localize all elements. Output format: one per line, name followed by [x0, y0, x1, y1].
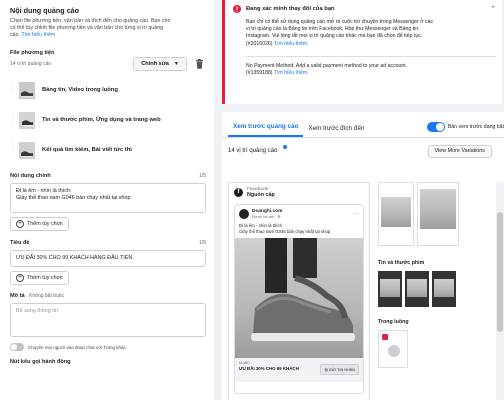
preview-toggle-label: Bản xem trước đang bật	[447, 124, 504, 130]
media-thumbnail	[19, 81, 35, 99]
toggle-knob	[11, 344, 17, 350]
story-thumbnail[interactable]	[405, 271, 429, 307]
placements-count: 14 vị trí quảng cáo	[228, 148, 278, 154]
primary-text-line: Đi là êm - nhìn là thích	[16, 188, 70, 194]
headline-label: Tiêu đề	[10, 240, 30, 246]
media-label: File phương tiện	[10, 50, 55, 56]
feed-preview: f Facebook Nguồn cấp Doanghi.com Được tà…	[228, 182, 370, 400]
description-placeholder: Bổ sung thông tin	[16, 308, 58, 314]
avatar-icon	[388, 345, 400, 357]
media-item-label: Kết quả tìm kiếm, Bài viết tức thì	[42, 147, 132, 153]
ad-content-panel: Nội dung quảng cáo Chọn file phương tiện…	[0, 0, 214, 400]
plus-icon: +	[16, 220, 24, 228]
add-option-button[interactable]: + Thêm tùy chọn	[10, 217, 69, 231]
desc-line: cáo.	[10, 32, 22, 38]
alert-box: Đang xác minh thay đổi của bạn ⌃ Bạn chỉ…	[222, 0, 502, 104]
placement-thumbnail[interactable]	[378, 182, 414, 246]
alert-title: Đang xác minh thay đổi của bạn	[246, 6, 335, 12]
alert-learn-more-link[interactable]: Tìm hiểu thêm	[274, 41, 307, 47]
scrollbar-thumb[interactable]	[497, 212, 503, 332]
cta-label: Nút kêu gọi hành động	[10, 359, 71, 365]
placement-name: Nguồn cấp	[247, 192, 275, 198]
placements-count: 14 vị trí quảng cáo	[10, 61, 52, 67]
section-description: Chọn file phương tiện, văn bản và đích đ…	[10, 18, 206, 39]
placement-thumbnails: Tin và thước phim Trong luồng	[378, 182, 464, 400]
headline-value: ƯU ĐÃI 30% CHO 99 KHÁCH HÀNG ĐẦU TIÊN	[16, 255, 133, 261]
story-thumbnail[interactable]	[432, 271, 456, 307]
add-option-label: Thêm tùy chọn	[27, 221, 63, 227]
primary-text-input[interactable]: Đi là êm - nhìn là thích Giày thể thao n…	[10, 183, 206, 213]
preview-tabs: Xem trước quảng cáo Xem trước đích đến B…	[222, 112, 504, 138]
post-sponsored: Được tài trợ · ⊕	[252, 214, 281, 219]
messenger-toggle[interactable]	[10, 343, 24, 351]
learn-more-link[interactable]: Tìm hiểu thêm	[21, 32, 55, 38]
add-option-button[interactable]: + Thêm tùy chọn	[10, 271, 69, 285]
drag-handle-icon[interactable]: ⋮⋮ ⋮⋮	[10, 144, 20, 155]
plus-icon: +	[16, 274, 24, 282]
primary-text-counter: 1/5	[199, 173, 206, 179]
placement-thumbnail[interactable]	[417, 182, 459, 246]
stories-group-label: Tin và thước phim	[378, 260, 425, 266]
caret-down-icon: ▼	[173, 61, 179, 67]
primary-text-line: Giày thể thao nam G046 bán chạy nhất tại…	[16, 195, 131, 201]
drag-handle-icon[interactable]: ⋮⋮ ⋮⋮	[10, 114, 20, 125]
post-cta-label: GỬI TIN NHẮN	[328, 368, 355, 372]
post-text-line: Giày thể thao nam G046 bán chạy nhất tại…	[239, 228, 331, 234]
edit-button-label: Chỉnh sửa	[141, 61, 169, 67]
edit-media-button[interactable]: Chỉnh sửa ▼	[133, 57, 187, 71]
sneaker-image	[251, 238, 355, 341]
media-item-label: Bảng tin, Video trong luồng	[42, 87, 118, 93]
story-thumbnail[interactable]	[378, 271, 402, 307]
preview-toggle[interactable]	[426, 122, 445, 132]
media-thumbnail	[19, 141, 35, 159]
view-more-variations-button[interactable]: View More Variations	[427, 144, 492, 158]
section-title: Nội dung quảng cáo	[10, 6, 80, 15]
right-panel: Đang xác minh thay đổi của bạn ⌃ Bạn chỉ…	[218, 0, 504, 400]
alert-line: Bạn chỉ có thể sử dụng quảng cáo mở ra c…	[246, 19, 434, 25]
facebook-icon: f	[234, 188, 243, 197]
payment-line: No Payment Method: Add a valid payment m…	[246, 62, 408, 69]
media-item[interactable]: ⋮⋮ ⋮⋮ Bảng tin, Video trong luồng	[10, 75, 206, 105]
payment-line: (#1359188)	[246, 70, 273, 77]
instream-group-label: Trong luồng	[378, 319, 409, 325]
headline-counter: 1/5	[199, 240, 206, 246]
media-item[interactable]: ⋮⋮ ⋮⋮ Tin và thước phim, Ứng dụng và tran…	[10, 105, 206, 135]
post-image	[235, 238, 363, 358]
description-label: Mô tả	[10, 293, 25, 299]
post-footer: M.ME/ ƯU ĐÃI 30% CHO 99 KHÁCH ◍ GỬI TIN …	[235, 358, 363, 382]
primary-text-label: Nội dung chính	[10, 173, 51, 179]
divider	[246, 55, 496, 57]
info-dot-icon	[283, 145, 288, 149]
payment-learn-more-link[interactable]: Tìm hiểu thêm	[274, 70, 307, 76]
description-input[interactable]: Bổ sung thông tin	[10, 303, 206, 337]
ad-preview-panel: Xem trước quảng cáo Xem trước đích đến B…	[222, 112, 504, 400]
messenger-icon: ◍	[324, 368, 328, 372]
media-item-label: Tin và thước phim, Ứng dụng và trang web	[42, 117, 161, 123]
description-optional: · Không bắt buộc	[24, 293, 65, 299]
warning-icon	[233, 5, 241, 13]
tab-ad-preview[interactable]: Xem trước quảng cáo	[228, 123, 304, 137]
more-options-icon[interactable]: ···	[353, 211, 359, 217]
headline-input[interactable]: ƯU ĐÃI 30% CHO 99 KHÁCH HÀNG ĐẦU TIÊN	[10, 250, 206, 267]
delete-button[interactable]	[192, 57, 206, 71]
instream-thumbnail[interactable]	[378, 330, 408, 368]
scrollbar[interactable]	[496, 182, 504, 400]
post-cta-button[interactable]: ◍ GỬI TIN NHẮN	[320, 364, 359, 375]
page-avatar	[239, 209, 249, 219]
desc-line: Chọn file phương tiện, văn bản và đích đ…	[10, 18, 171, 24]
toggle-label: Chuyển mọi người vào đoạn chat với Trang…	[28, 344, 126, 350]
collapse-icon[interactable]: ⌃	[490, 5, 496, 13]
media-thumbnail	[19, 111, 35, 129]
feed-post: Doanghi.com Được tài trợ · ⊕ ··· Đi là ê…	[234, 204, 364, 394]
trash-icon	[195, 59, 203, 69]
drag-handle-icon[interactable]: ⋮⋮ ⋮⋮	[10, 84, 20, 95]
alert-line: Instagram. Vui lòng tắt mọi vị trí quảng…	[246, 33, 423, 40]
tab-destination-preview[interactable]: Xem trước đích đến	[303, 125, 369, 137]
alert-line: (#2016026)	[246, 40, 273, 47]
media-item[interactable]: ⋮⋮ ⋮⋮ Kết quả tìm kiếm, Bài viết tức thì	[10, 135, 206, 165]
badge-icon	[382, 334, 388, 340]
add-option-label: Thêm tùy chọn	[27, 275, 63, 281]
desc-line: có thể tùy chỉnh file phương tiện và văn…	[10, 25, 164, 31]
